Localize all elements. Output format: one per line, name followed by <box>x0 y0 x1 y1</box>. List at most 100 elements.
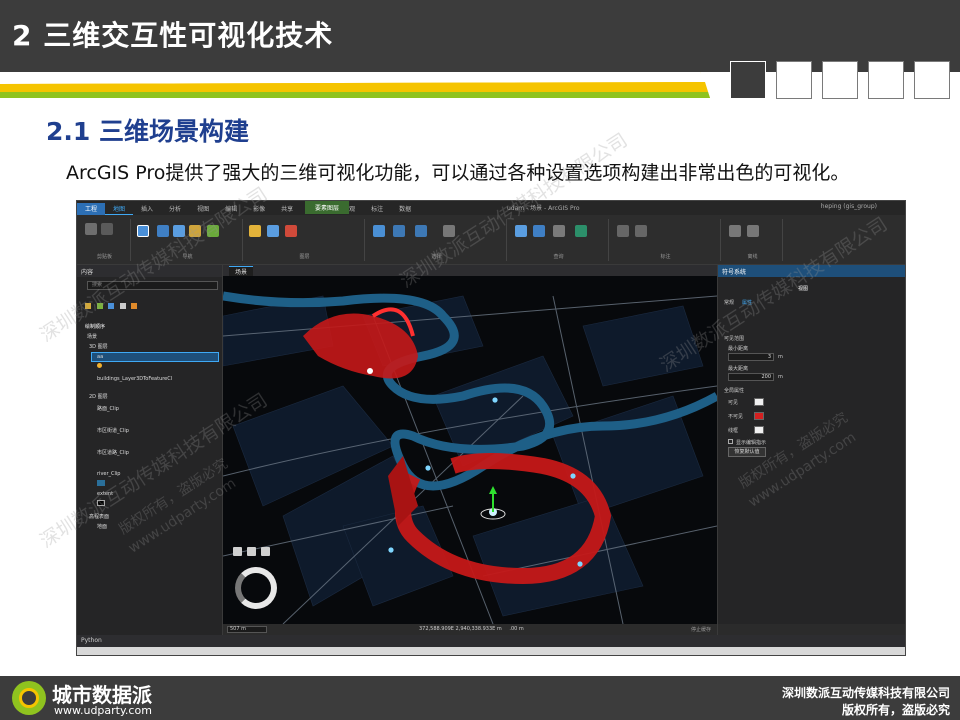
cache-status[interactable]: 停止缓存 <box>691 626 711 633</box>
list-by-selection-icon[interactable] <box>108 303 115 309</box>
clear-icon[interactable] <box>285 225 297 237</box>
attributes-icon[interactable] <box>443 225 455 237</box>
zoom-out-icon[interactable] <box>261 547 270 556</box>
ribbon-group-label: 图层 <box>299 254 310 260</box>
ribbon-tab[interactable]: 地图 <box>105 203 134 215</box>
paste-icon[interactable] <box>85 223 97 235</box>
infographics-icon[interactable] <box>553 225 565 237</box>
locate-icon[interactable] <box>533 225 545 237</box>
toc-layer[interactable]: 路面_Clip <box>97 405 119 412</box>
explore-icon[interactable] <box>137 225 149 237</box>
cut-icon[interactable] <box>101 223 113 235</box>
zoom-in-icon[interactable] <box>247 547 256 556</box>
ribbon-tab[interactable]: 数据 <box>391 203 419 215</box>
bookmark-icon[interactable] <box>189 225 201 237</box>
list-by-drawing-order-icon[interactable] <box>85 303 91 309</box>
tab-general[interactable]: 常规 <box>724 299 734 306</box>
reset-defaults-button[interactable]: 恢复默认值 <box>728 447 766 457</box>
lock-icon[interactable] <box>635 225 647 237</box>
coordinates-readout: 372,588.909E 2,940,338.933E m .00 m <box>419 626 524 632</box>
section-title: 2.1 三维场景构建 <box>46 117 249 146</box>
ribbon-tab[interactable]: 影像 <box>245 203 273 215</box>
layer-icon[interactable] <box>267 225 279 237</box>
tab-scene[interactable]: 场景 <box>229 266 254 276</box>
context-tab[interactable]: 要素图层 <box>305 201 350 214</box>
brand-url: www.udparty.com <box>54 704 152 717</box>
scene-canvas[interactable] <box>223 276 717 624</box>
outline-color-swatch[interactable] <box>754 426 764 434</box>
header-square <box>730 61 766 99</box>
slide-title: 2 三维交互性可视化技术 <box>12 19 334 52</box>
ribbon-group-offline: 离线 <box>723 219 783 261</box>
toc-layer[interactable]: extent <box>97 491 113 497</box>
label-icon[interactable] <box>617 225 629 237</box>
toc-toolbar <box>85 303 138 311</box>
window-bottom-bar <box>77 647 905 655</box>
global-section-label[interactable]: 全局属性 <box>724 387 744 394</box>
list-by-source-icon[interactable] <box>96 303 103 309</box>
python-tab[interactable]: Python <box>77 635 905 647</box>
list-by-editing-icon[interactable] <box>119 303 126 309</box>
toc-layer[interactable]: buildings_Layer3DToFeatureCl <box>97 376 172 382</box>
toc-scene[interactable]: 场景 <box>87 333 97 340</box>
scene-status-bar: 507 m 372,588.909E 2,940,338.933E m .00 … <box>223 624 717 635</box>
contents-pane: 内容 搜索 绘制顺序 场景 3D 图层 aa buildings_Layer3D… <box>77 265 223 635</box>
pan-icon[interactable] <box>233 547 242 556</box>
select-icon[interactable] <box>373 225 385 237</box>
toc-group-2d[interactable]: 2D 图层 <box>89 393 108 400</box>
ribbon-group-label: 导航 <box>182 254 193 260</box>
list-by-labeling-icon[interactable] <box>131 303 138 309</box>
visibility-label: 可见范围 <box>724 336 745 342</box>
header-square <box>914 61 950 99</box>
ribbon-tab[interactable]: 标注 <box>363 203 391 215</box>
ribbon-tab[interactable]: 分析 <box>161 203 189 215</box>
tab-properties[interactable]: 属性 <box>742 299 752 306</box>
toc-layer[interactable]: river_Clip <box>97 471 120 477</box>
scene-view[interactable]: 场景 507 m 372,588.909E 2,940,338.933E m .… <box>223 265 717 635</box>
max-distance-input[interactable]: 200 <box>728 373 774 381</box>
user-label[interactable]: heping (gis_group) <box>821 203 877 210</box>
ribbon-group-selection: 选择 <box>367 219 507 261</box>
ribbon-group-layer: 图层 <box>245 219 365 261</box>
select-by-attributes-icon[interactable] <box>393 225 405 237</box>
header-square <box>822 61 858 99</box>
toc-layer[interactable]: 市区街道_Clip <box>97 427 129 434</box>
height-text: .00 m <box>509 626 524 632</box>
copyright-text: 版权所有，盗版必究 <box>841 703 950 717</box>
ribbon-group-label: 剪贴板 <box>96 254 112 260</box>
slide-header: 2 三维交互性可视化技术 <box>0 0 960 104</box>
basemap-icon[interactable] <box>249 225 261 237</box>
measure-icon[interactable] <box>515 225 527 237</box>
toc-layer[interactable]: aa <box>97 354 103 360</box>
ribbon-tab[interactable]: 插入 <box>133 203 161 215</box>
min-unit: m <box>778 354 783 360</box>
scale-field[interactable]: 507 m <box>227 626 267 633</box>
ribbon-tab[interactable]: 共享 <box>273 203 301 215</box>
full-extent-icon[interactable] <box>173 225 185 237</box>
visible-color-swatch[interactable] <box>754 398 764 406</box>
max-distance-label: 最大距离 <box>728 366 749 372</box>
properties-pane: 符号系统 视图 常规 属性 可见范围 最小距离 3 m 最大距离 200 m 全… <box>717 265 905 635</box>
toc-layer[interactable]: 市区道路_Clip <box>97 449 129 456</box>
zoom-icon[interactable] <box>157 225 169 237</box>
ribbon-tab[interactable]: 编辑 <box>217 203 245 215</box>
coordinate-icon[interactable] <box>575 225 587 237</box>
ribbon-tab[interactable]: 视图 <box>189 203 217 215</box>
header-squares <box>730 61 950 99</box>
add-data-icon[interactable] <box>207 225 219 237</box>
ribbon-tab[interactable]: 工程 <box>77 203 106 215</box>
navigator-icon[interactable] <box>235 567 277 609</box>
contents-search-input[interactable]: 搜索 <box>87 281 218 290</box>
properties-bottom-bar <box>718 624 905 635</box>
ribbon: 剪贴板 导航 图层 选择 查询 标注 离线 <box>77 215 905 265</box>
invisible-color-swatch[interactable] <box>754 412 764 420</box>
toc-group-elevation[interactable]: 高程表面 <box>89 513 109 520</box>
show-indicator-checkbox[interactable]: 显示编辑指示 <box>728 439 766 446</box>
min-distance-input[interactable]: 3 <box>728 353 774 361</box>
convert-icon[interactable] <box>729 225 741 237</box>
toc-group-3d[interactable]: 3D 图层 <box>89 343 108 350</box>
select-by-location-icon[interactable] <box>415 225 427 237</box>
toc-layer[interactable]: 地面 <box>97 523 107 530</box>
toc-selected-row[interactable] <box>91 352 219 362</box>
download-icon[interactable] <box>747 225 759 237</box>
